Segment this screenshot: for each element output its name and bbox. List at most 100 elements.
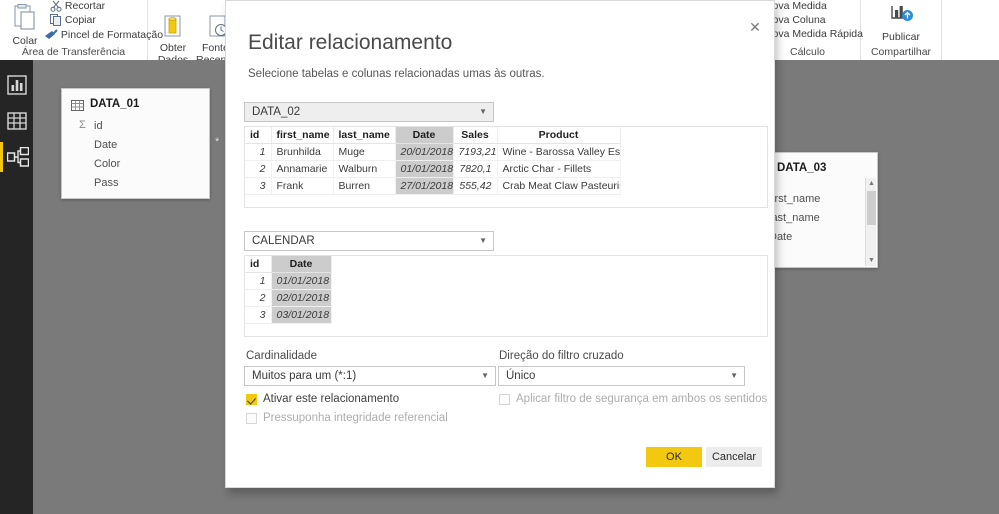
model-field-id[interactable]: id bbox=[94, 120, 103, 132]
clipboard-group-label: Área de Transferência bbox=[21, 46, 126, 58]
format-painter-item[interactable]: Pincel de Formatação bbox=[44, 29, 163, 41]
sidebar-item-data-view[interactable] bbox=[0, 104, 33, 138]
cell-date: 01/01/2018 bbox=[271, 272, 332, 290]
model-table-title-data03: DATA_03 bbox=[777, 162, 827, 174]
cell-first-name: Frank bbox=[271, 177, 334, 195]
ok-button[interactable]: OK bbox=[646, 447, 702, 467]
cross-filter-dropdown[interactable]: Único ▼ bbox=[498, 366, 745, 386]
model-field-pass[interactable]: Pass bbox=[94, 177, 118, 189]
publish-button[interactable]: Publicar bbox=[873, 2, 929, 43]
table-row: 3 03/01/2018 bbox=[245, 306, 332, 324]
paste-button[interactable]: Colar bbox=[4, 4, 46, 47]
copy-label: Copiar bbox=[64, 14, 96, 26]
cell-date: 20/01/2018 bbox=[395, 143, 454, 161]
model-field-color[interactable]: Color bbox=[94, 158, 120, 170]
ribbon-group-clipboard: Colar Recortar Copiar Pincel de Formataç… bbox=[0, 0, 163, 60]
table-two-header-row: id Date bbox=[245, 256, 332, 273]
edit-relationship-dialog: ✕ Editar relacionamento Selecione tabela… bbox=[225, 0, 775, 488]
cell-date: 02/01/2018 bbox=[271, 289, 332, 307]
cell-product: Wine - Barossa Valley Estate bbox=[497, 143, 621, 161]
referential-integrity-checkbox[interactable] bbox=[246, 413, 257, 424]
cell-sales: 7820,1 bbox=[453, 160, 498, 178]
cell-last-name: Burren bbox=[333, 177, 396, 195]
cut-label: Recortar bbox=[64, 0, 106, 12]
sidebar-item-report-view[interactable] bbox=[0, 68, 33, 102]
cancel-button[interactable]: Cancelar bbox=[706, 447, 762, 467]
table-row: 1 Brunhilda Muge 20/01/2018 7193,21 Wine… bbox=[245, 143, 621, 161]
cell-last-name: Walburn bbox=[333, 160, 396, 178]
table-one-header-row: id first_name last_name Date Sales Produ… bbox=[245, 127, 621, 144]
activate-relationship-checkbox[interactable] bbox=[246, 394, 257, 405]
table-one-dropdown[interactable]: DATA_02 ▼ bbox=[244, 102, 494, 122]
table-one-col-last-name[interactable]: last_name bbox=[333, 127, 396, 144]
table-one-col-date[interactable]: Date bbox=[395, 127, 454, 144]
power-bi-window: Colar Recortar Copiar Pincel de Formataç… bbox=[0, 0, 999, 514]
report-view-icon bbox=[7, 75, 27, 95]
database-icon bbox=[164, 15, 181, 36]
table-one-col-sales[interactable]: Sales bbox=[453, 127, 498, 144]
activate-relationship-label: Ativar este relacionamento bbox=[263, 393, 400, 405]
table-row: 3 Frank Burren 27/01/2018 555,42 Crab Me… bbox=[245, 177, 621, 195]
table-one-col-id[interactable]: id bbox=[245, 127, 272, 144]
get-data-button[interactable]: Obter Dados bbox=[152, 2, 194, 61]
sidebar-item-model-view[interactable] bbox=[0, 140, 33, 174]
chevron-down-icon: ▼ bbox=[479, 236, 487, 245]
table-one-col-first-name[interactable]: first_name bbox=[271, 127, 334, 144]
cut-item[interactable]: Recortar bbox=[50, 0, 105, 12]
model-field-date[interactable]: Date bbox=[94, 139, 117, 151]
cell-date: 01/01/2018 bbox=[395, 160, 454, 178]
paste-icon bbox=[14, 4, 35, 30]
left-view-switcher bbox=[0, 60, 33, 514]
cell-sales: 7193,21 bbox=[453, 143, 498, 161]
scroll-down-arrow[interactable]: ▼ bbox=[866, 255, 877, 266]
cardinality-dropdown[interactable]: Muitos para um (*:1) ▼ bbox=[244, 366, 496, 386]
ribbon-group-share: Publicar Compartilhar bbox=[861, 0, 942, 60]
close-icon[interactable]: ✕ bbox=[742, 16, 768, 38]
cell-product: Arctic Char - Fillets bbox=[497, 160, 621, 178]
cell-id: 3 bbox=[245, 306, 272, 324]
cell-id: 1 bbox=[245, 143, 272, 161]
table-two-col-date[interactable]: Date bbox=[271, 256, 332, 273]
cardinality-label: Cardinalidade bbox=[246, 350, 317, 362]
table-two-preview[interactable]: id Date 1 01/01/2018 2 02/01/2018 3 03/0… bbox=[244, 255, 768, 337]
referential-integrity-label: Pressuponha integridade referencial bbox=[263, 412, 448, 424]
table-two-selected: CALENDAR bbox=[252, 235, 315, 247]
chevron-down-icon: ▼ bbox=[730, 371, 738, 380]
model-view-selected-bar bbox=[0, 142, 3, 172]
format-painter-icon bbox=[45, 29, 58, 40]
publish-label: Publicar bbox=[882, 30, 920, 43]
chevron-down-icon: ▼ bbox=[479, 107, 487, 116]
model-card-scrollbar[interactable]: ▲ ▼ bbox=[865, 178, 876, 266]
scroll-thumb[interactable] bbox=[867, 191, 876, 225]
cell-id: 3 bbox=[245, 177, 272, 195]
cross-filter-value: Único bbox=[506, 370, 536, 382]
table-one-preview[interactable]: id first_name last_name Date Sales Produ… bbox=[244, 126, 768, 208]
both-directions-security-label: Aplicar filtro de segurança em ambos os … bbox=[516, 393, 768, 405]
chevron-down-icon: ▼ bbox=[481, 371, 489, 380]
copy-icon bbox=[50, 14, 61, 27]
cell-first-name: Annamarie bbox=[271, 160, 334, 178]
share-group-label: Compartilhar bbox=[870, 46, 932, 58]
cell-first-name: Brunhilda bbox=[271, 143, 334, 161]
table-row: 1 01/01/2018 bbox=[245, 272, 332, 290]
scroll-up-arrow[interactable]: ▲ bbox=[866, 178, 877, 189]
dialog-subtitle: Selecione tabelas e colunas relacionadas… bbox=[248, 68, 545, 80]
get-data-label: Obter Dados bbox=[157, 42, 189, 61]
cross-filter-label: Direção do filtro cruzado bbox=[499, 350, 624, 362]
data-view-icon bbox=[7, 112, 27, 130]
cell-date: 03/01/2018 bbox=[271, 306, 332, 324]
dialog-title: Editar relacionamento bbox=[248, 31, 453, 54]
cell-id: 2 bbox=[245, 160, 272, 178]
cell-id: 2 bbox=[245, 289, 272, 307]
both-directions-security-checkbox[interactable] bbox=[499, 394, 510, 405]
model-table-title: DATA_01 bbox=[90, 98, 140, 110]
table-two-dropdown[interactable]: CALENDAR ▼ bbox=[244, 231, 494, 251]
model-table-card-data01[interactable]: DATA_01 Σ id Date Color Pass bbox=[61, 88, 210, 199]
table-row: 2 Annamarie Walburn 01/01/2018 7820,1 Ar… bbox=[245, 160, 621, 178]
table-one-col-product[interactable]: Product bbox=[497, 127, 621, 144]
cell-last-name: Muge bbox=[333, 143, 396, 161]
table-icon bbox=[71, 100, 84, 111]
table-two-col-id[interactable]: id bbox=[245, 256, 272, 273]
table-row: 2 02/01/2018 bbox=[245, 289, 332, 307]
copy-item[interactable]: Copiar bbox=[50, 14, 96, 27]
